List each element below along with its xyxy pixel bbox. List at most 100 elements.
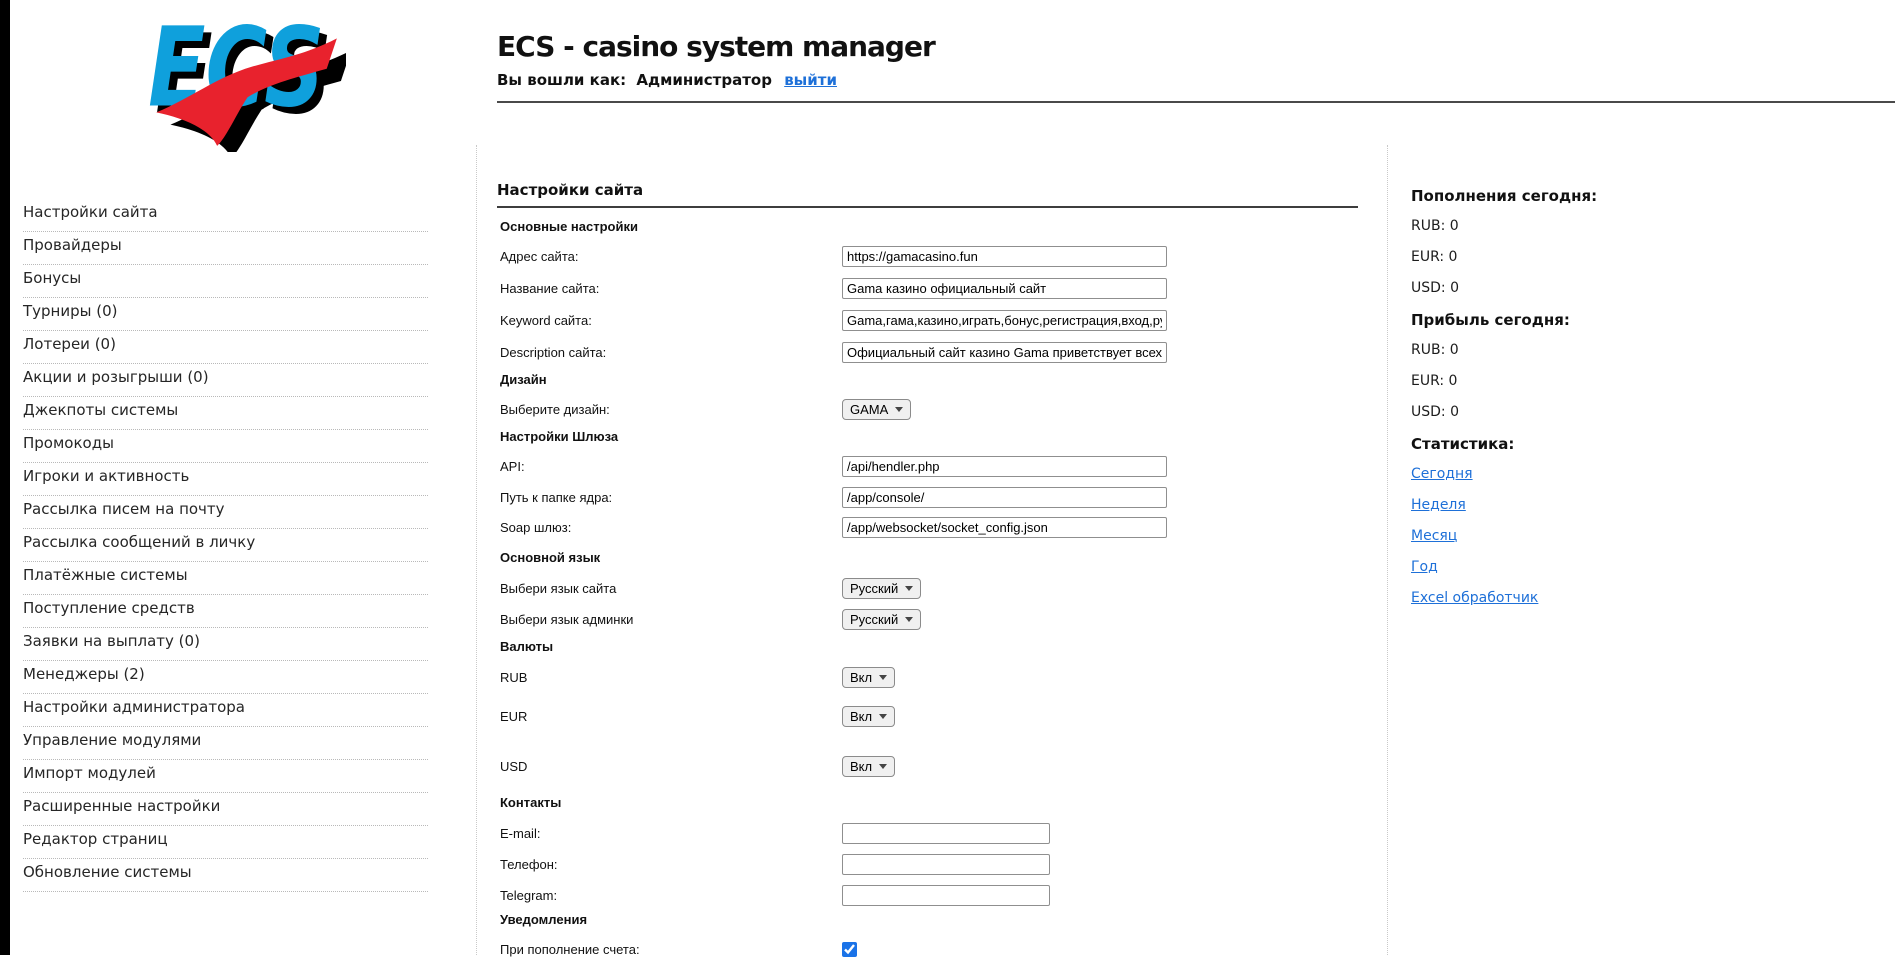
sidebar-item-promocodes[interactable]: Промокоды: [23, 430, 428, 463]
sidebar-item-email-mailing[interactable]: Рассылка писем на почту: [23, 496, 428, 529]
api-label: API:: [500, 459, 842, 474]
stats-link-year[interactable]: Год: [1411, 559, 1438, 575]
header-divider: [497, 101, 1895, 103]
section-language: Основной язык: [500, 550, 600, 565]
field-row-eur: EUR Вкл: [500, 705, 895, 727]
sidebar-menu: Настройки сайта Провайдеры Бонусы Турнир…: [23, 199, 428, 892]
site-lang-select[interactable]: Русский: [842, 578, 921, 599]
sidebar-item-incoming-funds[interactable]: Поступление средств: [23, 595, 428, 628]
stats-link-excel-handler[interactable]: Excel обработчик: [1411, 590, 1538, 606]
section-basic-settings: Основные настройки: [500, 219, 638, 234]
eur-label: EUR: [500, 709, 842, 724]
soap-input[interactable]: [842, 517, 1167, 538]
ecs-logo-image: ECS ECS: [138, 16, 346, 152]
site-lang-value: Русский: [850, 581, 898, 596]
email-label: E-mail:: [500, 826, 842, 841]
field-row-phone: Телефон:: [500, 853, 1050, 875]
profit-usd: USD: 0: [1411, 404, 1711, 435]
section-contacts: Контакты: [500, 795, 561, 810]
chevron-down-icon: [905, 586, 913, 591]
field-row-usd: USD Вкл: [500, 755, 895, 777]
logout-link[interactable]: выйти: [784, 71, 837, 89]
keyword-input[interactable]: [842, 310, 1167, 331]
field-row-email: E-mail:: [500, 822, 1050, 844]
field-row-api: API:: [500, 455, 1167, 477]
site-address-input[interactable]: [842, 246, 1167, 267]
rub-select[interactable]: Вкл: [842, 667, 895, 688]
rub-value: Вкл: [850, 670, 872, 685]
left-edge-bar: [0, 0, 10, 955]
field-row-site-address: Адрес сайта:: [500, 245, 1167, 267]
sidebar-item-module-import[interactable]: Импорт модулей: [23, 760, 428, 793]
login-prefix: Вы вошли как:: [497, 71, 626, 89]
usd-label: USD: [500, 759, 842, 774]
sidebar-item-system-update[interactable]: Обновление системы: [23, 859, 428, 892]
deposits-today-title: Пополнения сегодня:: [1411, 187, 1711, 218]
sidebar-item-managers[interactable]: Менеджеры (2): [23, 661, 428, 694]
admin-lang-value: Русский: [850, 612, 898, 627]
field-row-description: Description сайта:: [500, 341, 1167, 363]
sidebar-item-admin-settings[interactable]: Настройки администратора: [23, 694, 428, 727]
page-title-divider: [497, 206, 1358, 208]
admin-lang-label: Выбери язык админки: [500, 612, 842, 627]
phone-field[interactable]: [842, 854, 1050, 875]
telegram-field[interactable]: [842, 885, 1050, 906]
telegram-label: Telegram:: [500, 888, 842, 903]
eur-select[interactable]: Вкл: [842, 706, 895, 727]
description-input[interactable]: [842, 342, 1167, 363]
deposits-usd: USD: 0: [1411, 280, 1711, 311]
design-select-value: GAMA: [850, 402, 888, 417]
api-input[interactable]: [842, 456, 1167, 477]
soap-label: Soap шлюз:: [500, 520, 842, 535]
deposit-notify-checkbox[interactable]: [842, 942, 857, 957]
app-title: ECS - casino system manager: [497, 30, 935, 63]
design-select[interactable]: GAMA: [842, 399, 911, 420]
sidebar-item-site-settings[interactable]: Настройки сайта: [23, 199, 428, 232]
sidebar-item-module-management[interactable]: Управление модулями: [23, 727, 428, 760]
stats-panel: Пополнения сегодня: RUB: 0 EUR: 0 USD: 0…: [1411, 187, 1711, 621]
ecs-logo[interactable]: ECS ECS: [138, 16, 346, 152]
sidebar-item-providers[interactable]: Провайдеры: [23, 232, 428, 265]
sidebar-item-page-editor[interactable]: Редактор страниц: [23, 826, 428, 859]
field-row-site-lang: Выбери язык сайта Русский: [500, 577, 921, 599]
main-stats-divider: [1387, 145, 1388, 955]
profit-rub: RUB: 0: [1411, 342, 1711, 373]
sidebar-item-tournaments[interactable]: Турниры (0): [23, 298, 428, 331]
field-row-admin-lang: Выбери язык админки Русский: [500, 608, 921, 630]
statistics-title: Статистика:: [1411, 435, 1711, 466]
sidebar-item-lotteries[interactable]: Лотереи (0): [23, 331, 428, 364]
usd-select[interactable]: Вкл: [842, 756, 895, 777]
field-row-telegram: Telegram:: [500, 884, 1050, 906]
stats-link-today[interactable]: Сегодня: [1411, 466, 1473, 482]
email-field[interactable]: [842, 823, 1050, 844]
login-user: Администратор: [636, 71, 772, 89]
sidebar-item-payout-requests[interactable]: Заявки на выплату (0): [23, 628, 428, 661]
chevron-down-icon: [879, 675, 887, 680]
stats-link-month[interactable]: Месяц: [1411, 528, 1457, 544]
profit-eur: EUR: 0: [1411, 373, 1711, 404]
field-row-deposit-notify: При пополнение счета:: [500, 938, 857, 960]
site-name-input[interactable]: [842, 278, 1167, 299]
sidebar-item-pm-mailing[interactable]: Рассылка сообщений в личку: [23, 529, 428, 562]
sidebar-main-divider: [476, 145, 477, 955]
site-lang-label: Выбери язык сайта: [500, 581, 842, 596]
description-label: Description сайта:: [500, 345, 842, 360]
login-status: Вы вошли как: Администратор выйти: [497, 71, 935, 89]
chevron-down-icon: [879, 764, 887, 769]
core-path-label: Путь к папке ядра:: [500, 490, 842, 505]
admin-lang-select[interactable]: Русский: [842, 609, 921, 630]
site-name-label: Название сайта:: [500, 281, 842, 296]
deposits-rub: RUB: 0: [1411, 218, 1711, 249]
page-header: ECS - casino system manager Вы вошли как…: [497, 30, 935, 89]
chevron-down-icon: [905, 617, 913, 622]
core-path-input[interactable]: [842, 487, 1167, 508]
stats-link-week[interactable]: Неделя: [1411, 497, 1466, 513]
sidebar-item-players-activity[interactable]: Игроки и активность: [23, 463, 428, 496]
sidebar-item-bonuses[interactable]: Бонусы: [23, 265, 428, 298]
field-row-rub: RUB Вкл: [500, 666, 895, 688]
sidebar-item-jackpots[interactable]: Джекпоты системы: [23, 397, 428, 430]
deposit-notify-label: При пополнение счета:: [500, 942, 842, 957]
sidebar-item-payment-systems[interactable]: Платёжные системы: [23, 562, 428, 595]
sidebar-item-promotions[interactable]: Акции и розыгрыши (0): [23, 364, 428, 397]
sidebar-item-advanced-settings[interactable]: Расширенные настройки: [23, 793, 428, 826]
